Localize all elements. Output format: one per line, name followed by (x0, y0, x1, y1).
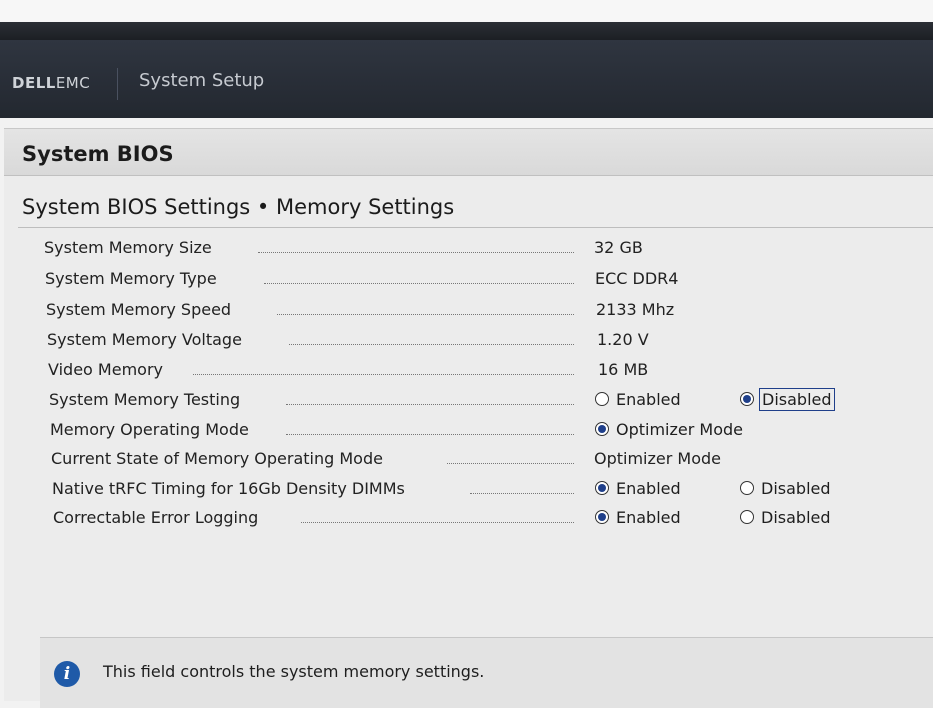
row-current-state-memory-mode[interactable]: Current State of Memory Operating Mode O… (51, 449, 901, 473)
row-memory-operating-mode[interactable]: Memory Operating Mode Optimizer Mode (50, 420, 900, 444)
radio-unselected-icon[interactable] (740, 481, 754, 495)
leader-dots (301, 522, 574, 523)
setting-value: 1.20 V (597, 330, 649, 349)
focused-option-label: Disabled (759, 388, 835, 411)
setting-label: System Memory Testing (49, 390, 241, 409)
leader-dots (258, 252, 574, 253)
radio-selected-icon[interactable] (595, 510, 609, 524)
setting-label: System Memory Size (44, 238, 212, 257)
setting-value: 2133 Mhz (596, 300, 675, 319)
radio-unselected-icon[interactable] (595, 392, 609, 406)
radio-enabled[interactable]: Enabled (595, 479, 681, 498)
radio-selected-icon[interactable] (740, 392, 754, 406)
setting-label: System Memory Type (45, 269, 217, 288)
radio-disabled[interactable]: Disabled (740, 388, 835, 411)
row-system-memory-testing[interactable]: System Memory Testing Enabled Disabled (49, 388, 899, 414)
leader-dots (286, 434, 574, 435)
radio-selected-icon[interactable] (595, 422, 609, 436)
row-system-memory-voltage[interactable]: System Memory Voltage 1.20 V (47, 330, 897, 354)
top-border (0, 0, 933, 22)
page-title-bar: System BIOS (4, 129, 933, 176)
leader-dots (447, 463, 574, 464)
row-system-memory-size[interactable]: System Memory Size 32 GB (44, 238, 894, 262)
row-native-trfc-timing[interactable]: Native tRFC Timing for 16Gb Density DIMM… (52, 479, 902, 503)
radio-disabled[interactable]: Disabled (740, 479, 831, 498)
section-divider (18, 227, 933, 228)
setting-value: ECC DDR4 (595, 269, 679, 288)
radio-selected-icon[interactable] (595, 481, 609, 495)
setting-value: Optimizer Mode (594, 449, 721, 468)
app-header: DELLEMC System Setup (0, 40, 933, 118)
info-icon: i (54, 661, 80, 687)
setting-label: Video Memory (48, 360, 163, 379)
dell-emc-logo: DELLEMC (12, 74, 91, 92)
radio-enabled[interactable]: Enabled (595, 390, 681, 409)
radio-optimizer-mode[interactable]: Optimizer Mode (595, 420, 743, 439)
radio-disabled[interactable]: Disabled (740, 508, 831, 527)
leader-dots (264, 283, 574, 284)
setting-value: 16 MB (598, 360, 649, 379)
row-system-memory-speed[interactable]: System Memory Speed 2133 Mhz (46, 300, 896, 324)
app-title: System Setup (139, 70, 265, 91)
help-panel: i This field controls the system memory … (40, 637, 933, 708)
setting-label: System Memory Voltage (47, 330, 242, 349)
leader-dots (470, 493, 574, 494)
leader-dots (289, 344, 574, 345)
header-divider (117, 68, 118, 100)
row-video-memory[interactable]: Video Memory 16 MB (48, 360, 898, 384)
leader-dots (193, 374, 574, 375)
row-correctable-error-logging[interactable]: Correctable Error Logging Enabled Disabl… (53, 508, 903, 532)
section-title: System BIOS Settings • Memory Settings (22, 195, 455, 219)
row-system-memory-type[interactable]: System Memory Type ECC DDR4 (45, 269, 895, 293)
setting-label: System Memory Speed (46, 300, 232, 319)
main-panel: System BIOS System BIOS Settings • Memor… (4, 128, 933, 708)
setting-label: Native tRFC Timing for 16Gb Density DIMM… (52, 479, 405, 498)
setting-label: Correctable Error Logging (53, 508, 259, 527)
leader-dots (277, 314, 574, 315)
help-text: This field controls the system memory se… (103, 662, 485, 681)
radio-enabled[interactable]: Enabled (595, 508, 681, 527)
screen-bezel (0, 22, 933, 40)
leader-dots (286, 404, 574, 405)
setting-label: Memory Operating Mode (50, 420, 249, 439)
radio-unselected-icon[interactable] (740, 510, 754, 524)
setting-value: 32 GB (594, 238, 643, 257)
page-title: System BIOS (22, 142, 174, 166)
setting-label: Current State of Memory Operating Mode (51, 449, 383, 468)
